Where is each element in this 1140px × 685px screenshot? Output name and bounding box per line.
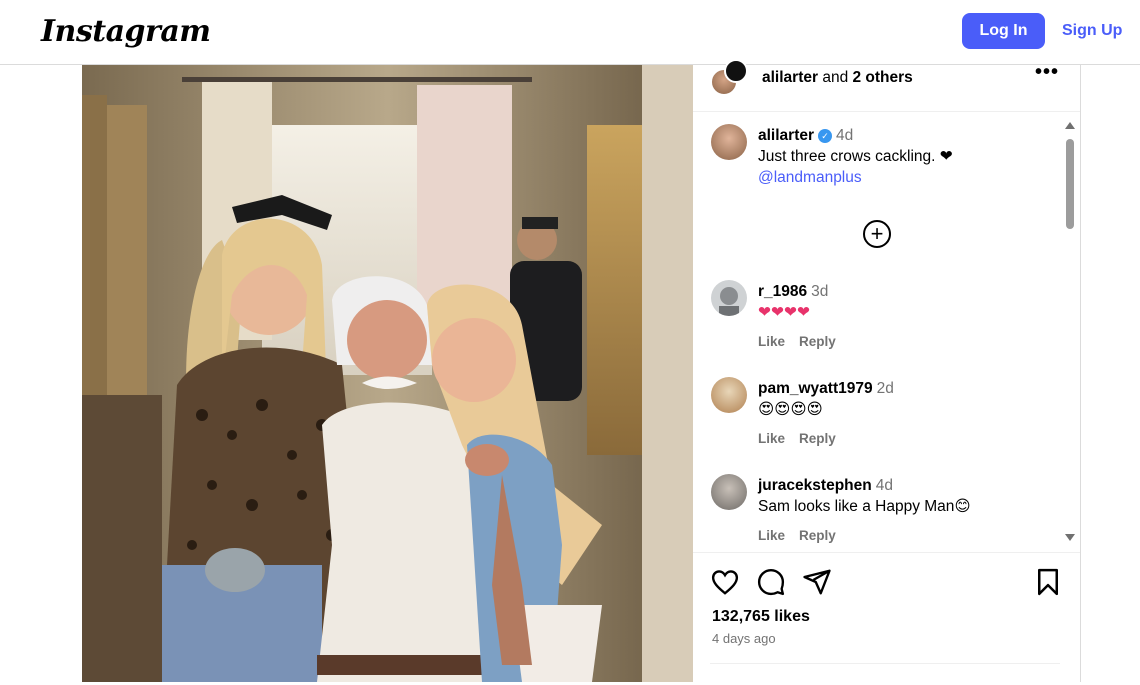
instagram-logo[interactable]: Instagram bbox=[41, 14, 211, 49]
comment-icon[interactable] bbox=[756, 567, 786, 597]
signup-button[interactable]: Sign Up bbox=[1062, 13, 1122, 49]
post-authors[interactable]: alilarter and 2 others bbox=[762, 69, 913, 87]
comment-time: 4d bbox=[875, 477, 893, 494]
post-container: alilarter and 2 others ••• alilarter ✓ 4d … bbox=[82, 59, 1081, 682]
avatar[interactable] bbox=[711, 124, 747, 160]
comment-text: Sam looks like a Happy Man😊 bbox=[758, 498, 971, 515]
avatar[interactable] bbox=[711, 474, 747, 510]
comments-scrollbar[interactable] bbox=[1065, 122, 1077, 542]
post-actions: 132,765 likes 4 days ago bbox=[693, 552, 1080, 682]
collab-avatars[interactable] bbox=[710, 59, 750, 97]
others-link[interactable]: 2 others bbox=[853, 69, 913, 86]
authors-joiner: and bbox=[818, 69, 853, 86]
like-comment-button[interactable]: Like bbox=[758, 528, 785, 543]
like-comment-button[interactable]: Like bbox=[758, 431, 785, 446]
comment-time: 2d bbox=[876, 380, 894, 397]
comment-text: 😍😍😍😍 bbox=[758, 401, 823, 418]
verified-badge-icon: ✓ bbox=[818, 129, 833, 143]
owner-username[interactable]: alilarter bbox=[762, 69, 818, 86]
like-comment-button[interactable]: Like bbox=[758, 334, 785, 349]
avatar[interactable] bbox=[711, 280, 747, 316]
caption-username[interactable]: alilarter bbox=[758, 127, 814, 144]
avatar bbox=[724, 59, 748, 83]
scroll-up-arrow-icon[interactable] bbox=[1065, 122, 1075, 129]
post-header: alilarter and 2 others ••• bbox=[693, 59, 1080, 112]
plus-circle-icon[interactable]: + bbox=[863, 220, 891, 248]
avatar[interactable] bbox=[711, 377, 747, 413]
comment-username[interactable]: r_1986 bbox=[758, 283, 807, 300]
scroll-down-arrow-icon[interactable] bbox=[1065, 534, 1075, 541]
comment-username[interactable]: juracekstephen bbox=[758, 477, 872, 494]
comment-username[interactable]: pam_wyatt1979 bbox=[758, 380, 873, 397]
mention-link[interactable]: @landmanplus bbox=[758, 169, 862, 186]
reply-button[interactable]: Reply bbox=[799, 334, 836, 349]
comment-time: 3d bbox=[811, 283, 829, 300]
share-icon[interactable] bbox=[802, 567, 832, 597]
heart-icon[interactable] bbox=[710, 567, 740, 597]
divider bbox=[710, 663, 1060, 664]
post-photo[interactable] bbox=[82, 65, 693, 682]
post-side-panel: alilarter and 2 others ••• alilarter ✓ 4d … bbox=[693, 59, 1080, 682]
scroll-thumb[interactable] bbox=[1066, 139, 1074, 229]
bookmark-icon[interactable] bbox=[1033, 567, 1063, 597]
comments-list[interactable]: alilarter ✓ 4d Just three crows cackling. … bbox=[693, 112, 1080, 552]
reply-button[interactable]: Reply bbox=[799, 528, 836, 543]
caption-time: 4d bbox=[836, 127, 854, 144]
top-nav: Instagram Log In Sign Up bbox=[0, 0, 1140, 65]
caption-text: Just three crows cackling. ❤ bbox=[758, 148, 953, 165]
post-photo-illustration bbox=[82, 65, 693, 682]
likes-count[interactable]: 132,765 likes bbox=[712, 608, 810, 626]
reply-button[interactable]: Reply bbox=[799, 431, 836, 446]
comment-text: ❤❤❤❤ bbox=[758, 304, 810, 321]
login-button[interactable]: Log In bbox=[962, 13, 1045, 49]
more-options-icon[interactable]: ••• bbox=[1035, 61, 1059, 84]
post-timestamp: 4 days ago bbox=[712, 631, 776, 646]
